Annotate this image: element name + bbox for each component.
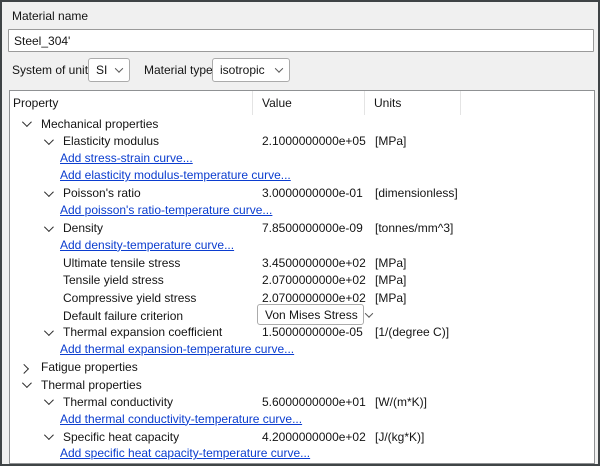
property-label: Ultimate tensile stress [63, 256, 180, 270]
add-curve-link[interactable]: Add specific heat capacity-temperature c… [60, 446, 310, 460]
property-label: Mechanical properties [41, 117, 158, 131]
property-label: Thermal conductivity [63, 395, 173, 409]
table-row[interactable]: Fatigue properties [10, 358, 594, 375]
table-row[interactable]: Thermal conductivity 5.6000000000e+01[W/(… [10, 393, 594, 410]
property-label: Thermal properties [41, 378, 142, 392]
chevron-down-icon[interactable] [39, 394, 55, 410]
table-row[interactable]: Mechanical properties [10, 115, 594, 132]
table-row[interactable]: Poisson's ratio 3.0000000000e-01[dimensio… [10, 185, 594, 202]
table-row[interactable]: Add poisson's ratio-temperature curve... [10, 202, 594, 219]
add-curve-link[interactable]: Add elasticity modulus-temperature curve… [60, 168, 291, 182]
add-curve-link[interactable]: Add thermal expansion-temperature curve.… [60, 342, 294, 356]
property-label: Poisson's ratio [63, 186, 141, 200]
chevron-down-icon [275, 64, 283, 72]
table-row[interactable]: Add thermal expansion-temperature curve.… [10, 341, 594, 358]
property-units: [J/(kg*K)] [365, 430, 461, 444]
property-value: 7.8500000000e-09 [253, 221, 365, 235]
property-value: 3.4500000000e+02 [253, 256, 365, 270]
chevron-down-icon[interactable] [39, 220, 55, 236]
add-curve-link[interactable]: Add poisson's ratio-temperature curve... [60, 203, 272, 217]
table-row[interactable]: Ultimate tensile stress 3.4500000000e+02[… [10, 254, 594, 271]
table-row[interactable]: Tensile yield stress 2.0700000000e+02[MPa… [10, 272, 594, 289]
property-label: Default failure criterion [63, 309, 183, 323]
properties-table: Property Value Units Mechanical properti… [9, 90, 595, 464]
chevron-down-icon[interactable] [39, 324, 55, 340]
material-name-input[interactable] [8, 29, 594, 52]
material-type-value: isotropic [220, 63, 265, 77]
expander-spacer [39, 255, 55, 271]
property-units: [1/(degree C)] [365, 325, 461, 339]
chevron-down-icon[interactable] [39, 185, 55, 201]
property-value: 5.6000000000e+01 [253, 395, 365, 409]
table-header: Property Value Units [10, 91, 594, 115]
table-row[interactable]: Thermal expansion coefficient 1.500000000… [10, 324, 594, 341]
property-units: [dimensionless] [365, 186, 461, 200]
table-body: Mechanical properties Elasticity modulus 2… [10, 115, 594, 463]
property-value: 2.0700000000e+02 [253, 273, 365, 287]
add-curve-link[interactable]: Add density-temperature curve... [60, 238, 234, 252]
material-type-select[interactable]: isotropic [212, 58, 290, 82]
failure-criterion-value: Von Mises Stress [265, 308, 358, 322]
table-row[interactable]: Add thermal conductivity-temperature cur… [10, 411, 594, 428]
system-of-units-value: SI [96, 63, 107, 77]
chevron-down-icon[interactable] [39, 133, 55, 149]
column-header-value[interactable]: Value [253, 91, 365, 115]
property-label: Thermal expansion coefficient [63, 325, 222, 339]
system-of-units-label: System of units [12, 58, 94, 82]
property-value: 3.0000000000e-01 [253, 186, 365, 200]
property-value: 1.5000000000e-05 [253, 325, 365, 339]
table-row[interactable]: Thermal properties [10, 376, 594, 393]
add-curve-link[interactable]: Add stress-strain curve... [60, 151, 193, 165]
expander-spacer [39, 272, 55, 288]
property-value: 2.0700000000e+02 [253, 291, 365, 305]
table-row[interactable]: Add stress-strain curve... [10, 150, 594, 167]
property-label: Tensile yield stress [63, 273, 164, 287]
property-label: Fatigue properties [41, 360, 138, 374]
material-name-label: Material name [12, 9, 88, 23]
table-row[interactable]: Elasticity modulus 2.1000000000e+05[MPa] [10, 132, 594, 149]
chevron-down-icon[interactable] [17, 116, 33, 132]
chevron-down-icon[interactable] [17, 377, 33, 393]
table-row[interactable]: Density 7.8500000000e-09[tonnes/mm^3] [10, 219, 594, 236]
material-type-label: Material type [144, 58, 213, 82]
property-units: [MPa] [365, 256, 461, 270]
property-units: [tonnes/mm^3] [365, 221, 461, 235]
expander-spacer [39, 308, 55, 324]
property-label: Compressive yield stress [63, 291, 196, 305]
property-label: Specific heat capacity [63, 430, 179, 444]
column-header-units[interactable]: Units [365, 91, 461, 115]
chevron-right-icon[interactable] [17, 359, 33, 375]
table-row[interactable]: Add elasticity modulus-temperature curve… [10, 167, 594, 184]
expander-spacer [39, 290, 55, 306]
column-header-blank [461, 91, 594, 115]
property-units: [W/(m*K)] [365, 395, 461, 409]
chevron-down-icon[interactable] [39, 429, 55, 445]
system-of-units-select[interactable]: SI [88, 58, 130, 82]
table-row[interactable]: Specific heat capacity 4.2000000000e+02[J… [10, 428, 594, 445]
table-row[interactable]: Add specific heat capacity-temperature c… [10, 445, 594, 462]
table-row[interactable]: Add density-temperature curve... [10, 237, 594, 254]
property-units: [MPa] [365, 291, 461, 305]
property-label: Density [63, 221, 103, 235]
chevron-down-icon [115, 64, 123, 72]
property-value: 2.1000000000e+05 [253, 134, 365, 148]
property-value: 4.2000000000e+02 [253, 430, 365, 444]
chevron-down-icon [364, 309, 372, 317]
material-editor-window: Material name System of units SI Materia… [0, 0, 600, 466]
add-curve-link[interactable]: Add thermal conductivity-temperature cur… [60, 412, 302, 426]
property-units: [MPa] [365, 273, 461, 287]
column-header-property[interactable]: Property [10, 91, 253, 115]
property-label: Elasticity modulus [63, 134, 159, 148]
table-row[interactable]: Default failure criterion Von Mises Stres… [10, 306, 594, 323]
failure-criterion-select[interactable]: Von Mises Stress [257, 304, 364, 325]
property-units: [MPa] [365, 134, 461, 148]
